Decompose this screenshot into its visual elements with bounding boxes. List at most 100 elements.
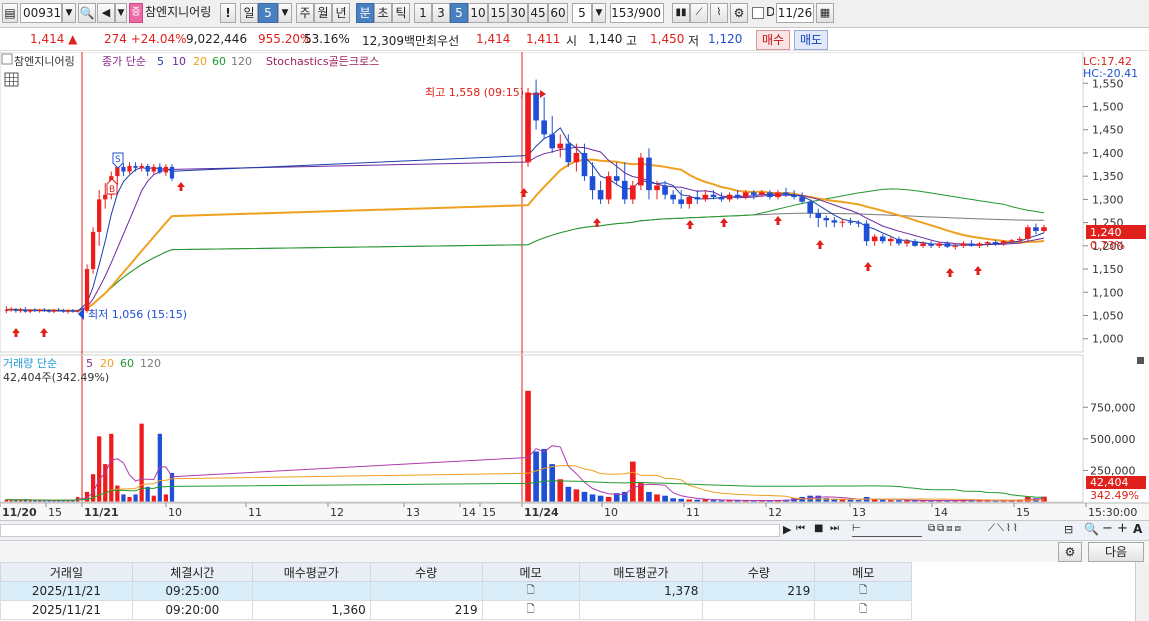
period-day-count[interactable]: 5 — [258, 3, 278, 23]
legend-toggle-icon[interactable] — [1, 53, 13, 65]
minute-3[interactable]: 3 — [432, 3, 450, 23]
price-tick-label: 1,350 — [1092, 170, 1124, 183]
sell-button[interactable]: 매도 — [794, 30, 828, 50]
draw-line-icon[interactable]: ⟋ — [690, 3, 708, 23]
legend-signal: Stochastics골든크로스 — [266, 55, 379, 68]
vol-panel-close-icon[interactable] — [1137, 357, 1144, 364]
gear-icon[interactable]: ⚙ — [1058, 542, 1082, 562]
code-dropdown-icon[interactable]: ▼ — [62, 3, 76, 23]
header-sell-memo[interactable]: 메모 — [814, 562, 913, 582]
bar-count-field[interactable]: 153/900 — [610, 3, 664, 23]
chart-canvas[interactable]: 참엔지니어링 종가 단순 5 10 20 60 120 Stochastics골… — [0, 51, 1149, 520]
header-sell-qty[interactable]: 수량 — [702, 562, 816, 582]
volume-bar — [169, 472, 175, 502]
memo-edit-icon[interactable]: 🗋 — [814, 581, 913, 601]
horizontal-scrollbar[interactable] — [0, 524, 780, 537]
minute-45[interactable]: 45 — [528, 3, 548, 23]
minute-1[interactable]: 1 — [414, 3, 432, 23]
volume-bar — [121, 494, 126, 502]
minute-30[interactable]: 30 — [508, 3, 528, 23]
history-dropdown-icon[interactable]: ▼ — [115, 3, 127, 23]
volume-bar — [163, 494, 169, 502]
candle-body — [887, 238, 894, 242]
header-trade-date[interactable]: 거래일 — [0, 562, 133, 582]
header-sell-avg[interactable]: 매도평균가 — [578, 562, 704, 582]
header-buy-memo[interactable]: 메모 — [481, 562, 580, 582]
period-week[interactable]: 주 — [296, 3, 314, 23]
stock-name: 참엔지니어링 — [145, 5, 212, 19]
volume-tick-label: 500,000 — [1090, 433, 1136, 446]
interval-input[interactable]: 5 — [572, 3, 592, 23]
window-menu-icon[interactable]: ▤ — [2, 3, 18, 23]
minus-icon[interactable]: − — [1102, 521, 1113, 536]
indicator-icon[interactable]: ⌇ — [710, 3, 728, 23]
zoom-out-icon[interactable]: ⊟ — [1064, 523, 1073, 536]
period-minute[interactable]: 분 — [356, 3, 374, 23]
period-tick[interactable]: 틱 — [392, 3, 410, 23]
minute-5[interactable]: 5 — [450, 3, 468, 23]
candle-body — [97, 199, 102, 232]
time-tick-label: 15:30:00 — [1088, 506, 1137, 519]
period-dropdown-icon[interactable]: ▼ — [278, 3, 292, 23]
candle-body — [847, 221, 854, 223]
interval-dropdown-icon[interactable]: ▼ — [592, 3, 606, 23]
table-header-row: 거래일 체결시간 매수평균가 수량 메모 매도평균가 수량 메모 — [0, 562, 1135, 582]
header-buy-avg[interactable]: 매수평균가 — [251, 562, 371, 582]
minute-10[interactable]: 10 — [468, 3, 488, 23]
cell-buy-qty — [369, 581, 483, 601]
header-buy-qty[interactable]: 수량 — [369, 562, 483, 582]
speaker-icon[interactable]: ◀ — [97, 3, 115, 23]
high-price: 1,450 — [650, 32, 685, 46]
date-input[interactable]: 11/26 — [776, 3, 814, 23]
date-checkbox[interactable] — [752, 7, 764, 19]
minute-15[interactable]: 15 — [488, 3, 508, 23]
memo-edit-icon[interactable]: 🗋 — [481, 600, 580, 620]
candle-body — [103, 194, 108, 200]
alert-icon[interactable]: ! — [220, 3, 236, 23]
candle-body — [896, 238, 902, 244]
period-year[interactable]: 년 — [332, 3, 350, 23]
candle-body — [61, 310, 66, 312]
minute-60[interactable]: 60 — [548, 3, 568, 23]
memo-icon[interactable]: 🗋 — [814, 600, 913, 620]
first-icon[interactable]: ⏮ — [796, 523, 805, 534]
open-price: 1,140 — [588, 32, 623, 46]
header-exec-time[interactable]: 체결시간 — [131, 562, 253, 582]
calendar-icon[interactable]: ▦ — [816, 3, 834, 23]
stock-chart[interactable]: 참엔지니어링 종가 단순 5 10 20 60 120 Stochastics골… — [0, 51, 1149, 520]
plus-icon[interactable]: + — [1117, 521, 1128, 536]
last-icon[interactable]: ⏭ — [830, 523, 839, 534]
tool-icons[interactable]: ⧉⧉⧈⧈ — [928, 523, 963, 534]
time-tick-label: 15 — [48, 506, 62, 519]
font-size-icon[interactable]: A — [1133, 522, 1142, 536]
grid-table-icon[interactable] — [4, 72, 19, 87]
candle-body — [23, 309, 28, 312]
scroll-right-icon[interactable]: ▶ — [783, 523, 791, 536]
legend-ma60: 60 — [212, 55, 226, 68]
table-row[interactable]: 2025/11/21 09:20:00 1,360 219 🗋 🗋 — [0, 600, 1135, 620]
candle-body — [151, 166, 156, 172]
volume-bar — [573, 489, 580, 502]
gear-icon[interactable]: ⚙ — [730, 3, 748, 23]
search-icon[interactable]: 🔍 — [1084, 522, 1099, 536]
candle-type-icon[interactable]: ▮▮ — [672, 3, 690, 23]
zoom-slider[interactable]: ⊢ — [852, 523, 922, 537]
volume-bar — [654, 494, 660, 502]
search-icon[interactable]: 🔍 — [78, 3, 96, 23]
candle-body — [139, 165, 144, 168]
stop-icon[interactable]: ■ — [814, 523, 823, 534]
table-row[interactable]: 2025/11/21 09:25:00 🗋 1,378 219 🗋 — [0, 581, 1135, 601]
candle-body — [702, 194, 709, 200]
buy-button[interactable]: 매수 — [756, 30, 790, 50]
price-tick-label: 1,050 — [1092, 309, 1124, 322]
period-month[interactable]: 월 — [314, 3, 332, 23]
vertical-scrollbar[interactable] — [1135, 562, 1149, 621]
next-button[interactable]: 다음 — [1088, 542, 1144, 562]
period-day[interactable]: 일 — [240, 3, 258, 23]
candle-body — [47, 310, 51, 312]
draw-tool-icons[interactable]: ⟋⟍⌇⌇ — [988, 523, 1020, 534]
stock-code-field[interactable]: 009310 — [20, 3, 62, 23]
candle-body — [115, 166, 120, 177]
memo-icon[interactable]: 🗋 — [481, 581, 580, 601]
period-second[interactable]: 초 — [374, 3, 392, 23]
